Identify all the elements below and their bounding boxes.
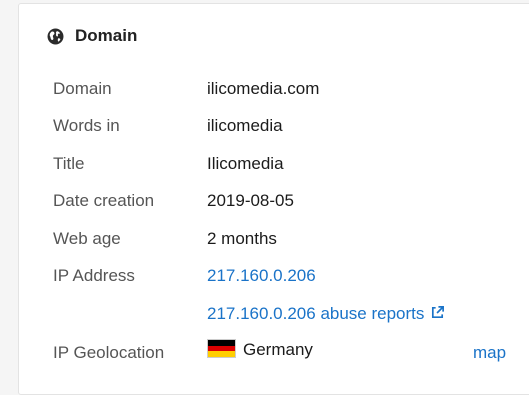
globe-icon <box>47 28 64 44</box>
value-domain: ilicomedia.com <box>207 79 320 98</box>
map-link[interactable]: map <box>473 341 506 365</box>
domain-card: Domain Domain ilicomedia.com Words in il… <box>18 3 529 395</box>
label-words-in: Words in <box>53 116 120 135</box>
label-title: Title <box>53 154 85 173</box>
card-header: Domain <box>47 26 137 46</box>
value-date-creation: 2019-08-05 <box>207 191 294 210</box>
value-web-age: 2 months <box>207 229 277 248</box>
value-title: Ilicomedia <box>207 154 284 173</box>
label-date-creation: Date creation <box>53 191 155 210</box>
ip-address-link[interactable]: 217.160.0.206 <box>207 264 316 288</box>
label-ip-address: IP Address <box>53 266 135 285</box>
label-web-age: Web age <box>53 229 121 248</box>
geolocation-value: Germany <box>207 338 313 362</box>
external-link-icon <box>432 306 445 319</box>
label-domain: Domain <box>53 79 112 98</box>
abuse-reports-label: 217.160.0.206 abuse reports <box>207 304 425 323</box>
abuse-reports-link[interactable]: 217.160.0.206 abuse reports <box>207 302 445 326</box>
germany-flag-icon <box>207 339 236 358</box>
label-ip-geolocation: IP Geolocation <box>53 343 165 362</box>
geolocation-country: Germany <box>243 340 313 359</box>
section-title: Domain <box>75 26 138 45</box>
value-words-in: ilicomedia <box>207 116 283 135</box>
